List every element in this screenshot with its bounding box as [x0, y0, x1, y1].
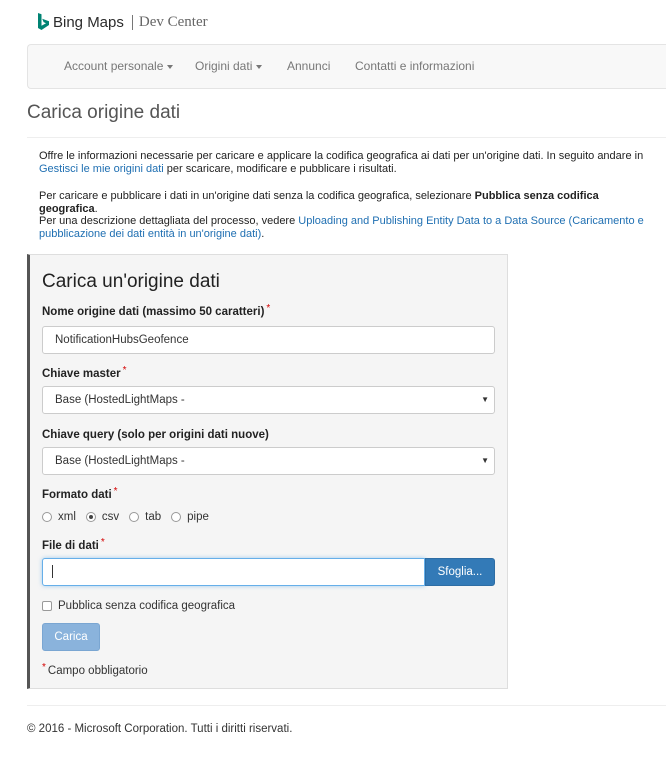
intro3-prefix: Per una descrizione dettagliata del proc… [39, 215, 299, 227]
master-key-label: Chiave master * [42, 365, 127, 380]
publish-no-geocode-row: Pubblica senza codifica geografica [42, 600, 235, 612]
caret-down-icon [256, 64, 263, 69]
brand-name: Bing Maps [53, 13, 124, 31]
required-asterisk: * [266, 303, 271, 314]
intro-paragraph-1: Offre le informazioni necessarie per car… [39, 150, 659, 176]
format-label-tab: tab [145, 511, 162, 523]
browse-button[interactable]: Sfoglia... [425, 558, 495, 586]
required-asterisk: * [122, 365, 127, 376]
name-field-label: Nome origine dati (massimo 50 caratteri)… [42, 303, 271, 318]
master-key-label-text: Chiave master [42, 368, 121, 380]
file-picker: Sfoglia... [42, 558, 495, 586]
intro-paragraph-2: Per caricare e pubblicare i dati in un'o… [39, 190, 659, 216]
nav-origini-dati[interactable]: Origini dati [195, 59, 263, 73]
upload-form-panel: Carica un'origine dati Nome origine dati… [27, 254, 508, 689]
format-radio-tab[interactable] [129, 512, 140, 522]
query-key-label: Chiave query (solo per origini dati nuov… [42, 429, 269, 441]
nav-contatti[interactable]: Contatti e informazioni [355, 59, 474, 73]
format-label-csv: csv [101, 511, 120, 523]
required-note-text: Campo obbligatorio [47, 665, 148, 677]
intro1-suffix: per scaricare, modificare e pubblicare i… [163, 163, 397, 175]
query-key-select[interactable]: Base (HostedLightMaps - ▼ [42, 447, 495, 475]
bing-logo-icon [38, 13, 49, 30]
text-cursor [52, 565, 53, 578]
format-label-xml: xml [58, 511, 76, 523]
format-radio-pipe[interactable] [171, 512, 182, 522]
data-format-label: Formato dati * [42, 486, 118, 501]
query-key-value: Base (HostedLightMaps - [55, 455, 185, 467]
intro2-suffix: . [94, 203, 98, 215]
data-file-label: File di dati * [42, 537, 105, 552]
required-asterisk: * [100, 537, 105, 548]
intro2-prefix: Per caricare e pubblicare i dati in un'o… [39, 190, 475, 202]
brand-header[interactable]: Bing Maps Dev Center [37, 11, 208, 33]
brand-section: Dev Center [138, 13, 208, 30]
main-navbar: Account personale Origini dati Annunci C… [27, 44, 666, 89]
format-label-pipe: pipe [187, 511, 209, 523]
title-divider [27, 137, 666, 138]
nav-origini-label: Origini dati [195, 59, 253, 73]
data-format-radio-group: xml csv tab pipe [42, 511, 219, 523]
page-title: Carica origine dati [27, 102, 181, 123]
form-title: Carica un'origine dati [42, 271, 220, 292]
required-asterisk: * [42, 662, 46, 673]
manage-data-sources-link[interactable]: Gestisci le mie origini dati [39, 163, 164, 175]
required-asterisk: * [113, 486, 118, 497]
data-format-label-text: Formato dati [42, 489, 112, 501]
publish-no-geocode-label[interactable]: Pubblica senza codifica geografica [58, 600, 235, 612]
nav-account-label: Account personale [64, 59, 164, 73]
master-key-select[interactable]: Base (HostedLightMaps - ▼ [42, 386, 495, 414]
footer-divider [27, 705, 666, 706]
copyright-footer: © 2016 - Microsoft Corporation. Tutti i … [27, 723, 293, 735]
dropdown-arrow-icon: ▼ [481, 456, 489, 465]
nav-account-personale[interactable]: Account personale [64, 59, 174, 73]
data-file-input[interactable] [42, 558, 425, 586]
dropdown-arrow-icon: ▼ [481, 395, 489, 404]
publish-no-geocode-checkbox[interactable] [42, 601, 52, 611]
data-file-label-text: File di dati [42, 540, 99, 552]
brand-separator [131, 14, 133, 30]
data-source-name-input[interactable]: NotificationHubsGeofence [42, 326, 495, 354]
nav-annunci[interactable]: Annunci [287, 59, 330, 73]
intro-paragraph-3: Per una descrizione dettagliata del proc… [39, 215, 659, 241]
format-radio-csv[interactable] [85, 512, 96, 522]
name-label-text: Nome origine dati (massimo 50 caratteri) [42, 306, 265, 318]
intro1-prefix: Offre le informazioni necessarie per car… [39, 150, 644, 162]
intro3-suffix: . [261, 228, 265, 240]
required-field-note: * Campo obbligatorio [42, 662, 148, 677]
caret-down-icon [167, 64, 174, 69]
master-key-value: Base (HostedLightMaps - [55, 394, 185, 406]
format-radio-xml[interactable] [42, 512, 52, 522]
upload-submit-button[interactable]: Carica [42, 623, 100, 651]
